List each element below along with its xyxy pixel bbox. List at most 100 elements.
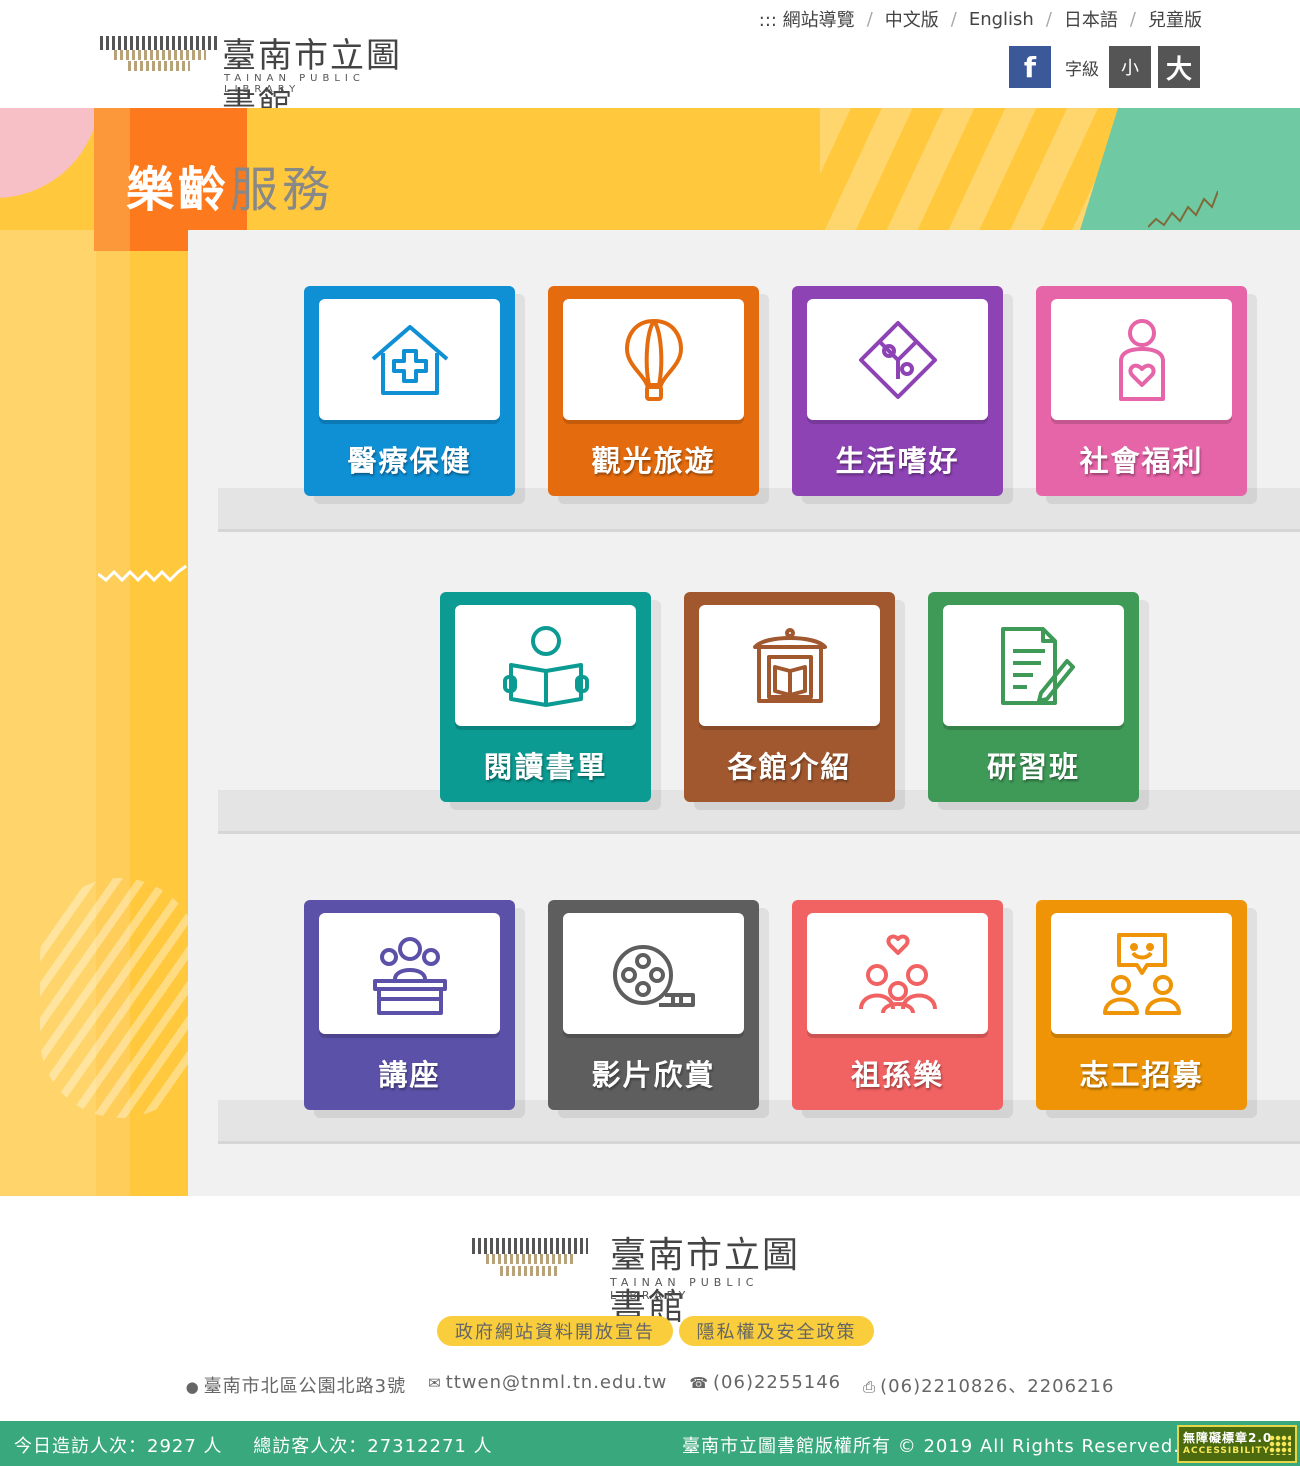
top-nav: ::: 網站導覽 / 中文版 / English / 日本語 / 兒童版 [759, 6, 1202, 32]
page-title-bold: 樂齡 [126, 162, 231, 218]
logo-bars [500, 1266, 560, 1276]
nav-japanese[interactable]: 日本語 [1064, 6, 1118, 32]
tile-label: 研習班 [986, 750, 1080, 784]
film-reel-icon [612, 944, 695, 1007]
open-data-link[interactable]: 政府網站資料開放宣告 [437, 1316, 673, 1346]
visitor-counter: 今日造訪人次：2927 人 總訪客人次：27312271 人 [14, 1432, 493, 1458]
volunteer-chat-icon [1102, 932, 1181, 1015]
tile-hobbies[interactable]: 生活嗜好 [792, 286, 1003, 496]
phone-item: ☎ (06)2255146 [689, 1372, 841, 1398]
tile-label: 醫療保健 [347, 444, 472, 478]
font-size-label: 字級 [1065, 59, 1099, 80]
envelope-icon: ✉ [428, 1374, 442, 1392]
tile-label: 社會福利 [1079, 444, 1204, 478]
lecture-podium-icon [372, 936, 447, 1015]
accessibility-badge[interactable]: 無障礙標章2.0 ACCESSIBILITY [1177, 1425, 1297, 1463]
tile-volunteer[interactable]: 志工招募 [1036, 900, 1247, 1110]
tile-tourism[interactable]: 觀光旅遊 [548, 286, 759, 496]
title-block-accent [94, 108, 130, 251]
tile-label: 志工招募 [1079, 1058, 1204, 1092]
contact-info: ● 臺南市北區公園北路3號 ✉ ttwen@tnml.tn.edu.tw ☎ (06)… [0, 1372, 1300, 1398]
hot-air-balloon-icon [624, 318, 683, 401]
email-text[interactable]: ttwen@tnml.tn.edu.tw [446, 1372, 668, 1393]
tile-reading-list[interactable]: 閱讀書單 [440, 592, 651, 802]
logo-bars [114, 50, 206, 60]
copyright: 臺南市立圖書館版權所有 © 2019 All Rights Reserved. [682, 1436, 1181, 1457]
tile-welfare[interactable]: 社會福利 [1036, 286, 1247, 496]
tile-icon-box [319, 299, 500, 420]
nav-separator: / [1129, 8, 1136, 30]
address-item: ● 臺南市北區公園北路3號 [186, 1372, 407, 1398]
decor-stripes [40, 878, 200, 1118]
tile-icon-box [807, 299, 988, 420]
footer-logo[interactable]: 臺南市立圖書館 TAINAN PUBLIC LIBRARY [472, 1226, 832, 1328]
nav-separator: / [866, 8, 873, 30]
page-title-light: 服務 [230, 162, 335, 218]
tile-icon-box [1051, 299, 1232, 420]
library-building-icon [752, 627, 827, 703]
visits-today: 今日造訪人次：2927 人 [14, 1436, 223, 1457]
nav-separator: / [950, 8, 957, 30]
medical-house-icon [371, 324, 448, 395]
tile-label: 各館介紹 [727, 750, 852, 784]
tile-icon-box [699, 605, 880, 726]
tile-label: 講座 [378, 1058, 441, 1092]
decor-zigzag [1148, 190, 1218, 228]
tile-label: 閱讀書單 [483, 750, 608, 784]
address-text: 臺南市北區公園北路3號 [203, 1376, 407, 1397]
phone-icon: ☎ [689, 1374, 710, 1392]
accessibility-dots-icon [1269, 1435, 1291, 1455]
tile-icon-box [563, 913, 744, 1034]
nav-sitemap[interactable]: ::: 網站導覽 [759, 6, 855, 32]
font-big-button[interactable]: 大 [1158, 46, 1200, 88]
bottom-bar: 今日造訪人次：2927 人 總訪客人次：27312271 人 臺南市立圖書館版權… [0, 1421, 1300, 1466]
visits-total: 總訪客人次：27312271 人 [253, 1436, 493, 1457]
nav-chinese[interactable]: 中文版 [885, 6, 939, 32]
nav-kids[interactable]: 兒童版 [1148, 6, 1202, 32]
family-heart-icon [858, 934, 937, 1014]
fax-text: (06)2210826、2206216 [880, 1376, 1115, 1397]
tile-icon-box [943, 605, 1124, 726]
phone-text: (06)2255146 [713, 1372, 842, 1393]
document-pen-icon [1000, 626, 1075, 705]
page-title: 樂齡服務 [126, 150, 334, 220]
font-small-button[interactable]: 小 [1109, 46, 1151, 88]
puzzle-icon [858, 320, 937, 399]
tile-icon-box [1051, 913, 1232, 1034]
person-heart-icon [1118, 318, 1165, 401]
tile-icon-box [455, 605, 636, 726]
nav-english[interactable]: English [969, 9, 1034, 30]
site-logo[interactable]: 臺南市立圖書館 TAINAN PUBLIC LIBRARY [100, 28, 420, 125]
logo-bars [486, 1254, 576, 1264]
tile-label: 觀光旅遊 [591, 444, 716, 478]
logo-bars [128, 61, 190, 71]
tile-film[interactable]: 影片欣賞 [548, 900, 759, 1110]
facebook-icon[interactable]: f [1009, 46, 1051, 88]
privacy-link[interactable]: 隱私權及安全政策 [679, 1316, 874, 1346]
header-tools: f 字級 小 大 [1009, 46, 1200, 88]
tile-medical[interactable]: 醫療保健 [304, 286, 515, 496]
footer-logo-subtitle: TAINAN PUBLIC LIBRARY [610, 1276, 759, 1302]
location-pin-icon: ● [185, 1378, 200, 1396]
fax-icon: ⎙ [863, 1378, 877, 1396]
tile-label: 影片欣賞 [591, 1058, 716, 1092]
decor-stripes [820, 108, 1120, 230]
tile-workshop[interactable]: 研習班 [928, 592, 1139, 802]
tile-label: 祖孫樂 [850, 1058, 944, 1092]
logo-bars [472, 1238, 588, 1254]
decor-zigzag [98, 564, 187, 583]
fax-item: ⎙ (06)2210826、2206216 [863, 1372, 1114, 1398]
tile-branches[interactable]: 各館介紹 [684, 592, 895, 802]
logo-bars [100, 36, 218, 50]
tile-grandparents[interactable]: 祖孫樂 [792, 900, 1003, 1110]
tile-lecture[interactable]: 講座 [304, 900, 515, 1110]
tile-icon-box [563, 299, 744, 420]
email-item: ✉ ttwen@tnml.tn.edu.tw [428, 1372, 667, 1398]
tile-label: 生活嗜好 [835, 444, 960, 478]
site-header: 臺南市立圖書館 TAINAN PUBLIC LIBRARY ::: 網站導覽 /… [0, 0, 1300, 125]
logo-subtitle: TAINAN PUBLIC LIBRARY [224, 73, 365, 95]
reader-book-icon [502, 625, 589, 707]
site-footer: 臺南市立圖書館 TAINAN PUBLIC LIBRARY 政府網站資料開放宣告… [0, 1196, 1300, 1421]
tile-icon-box [319, 913, 500, 1034]
tile-icon-box [807, 913, 988, 1034]
